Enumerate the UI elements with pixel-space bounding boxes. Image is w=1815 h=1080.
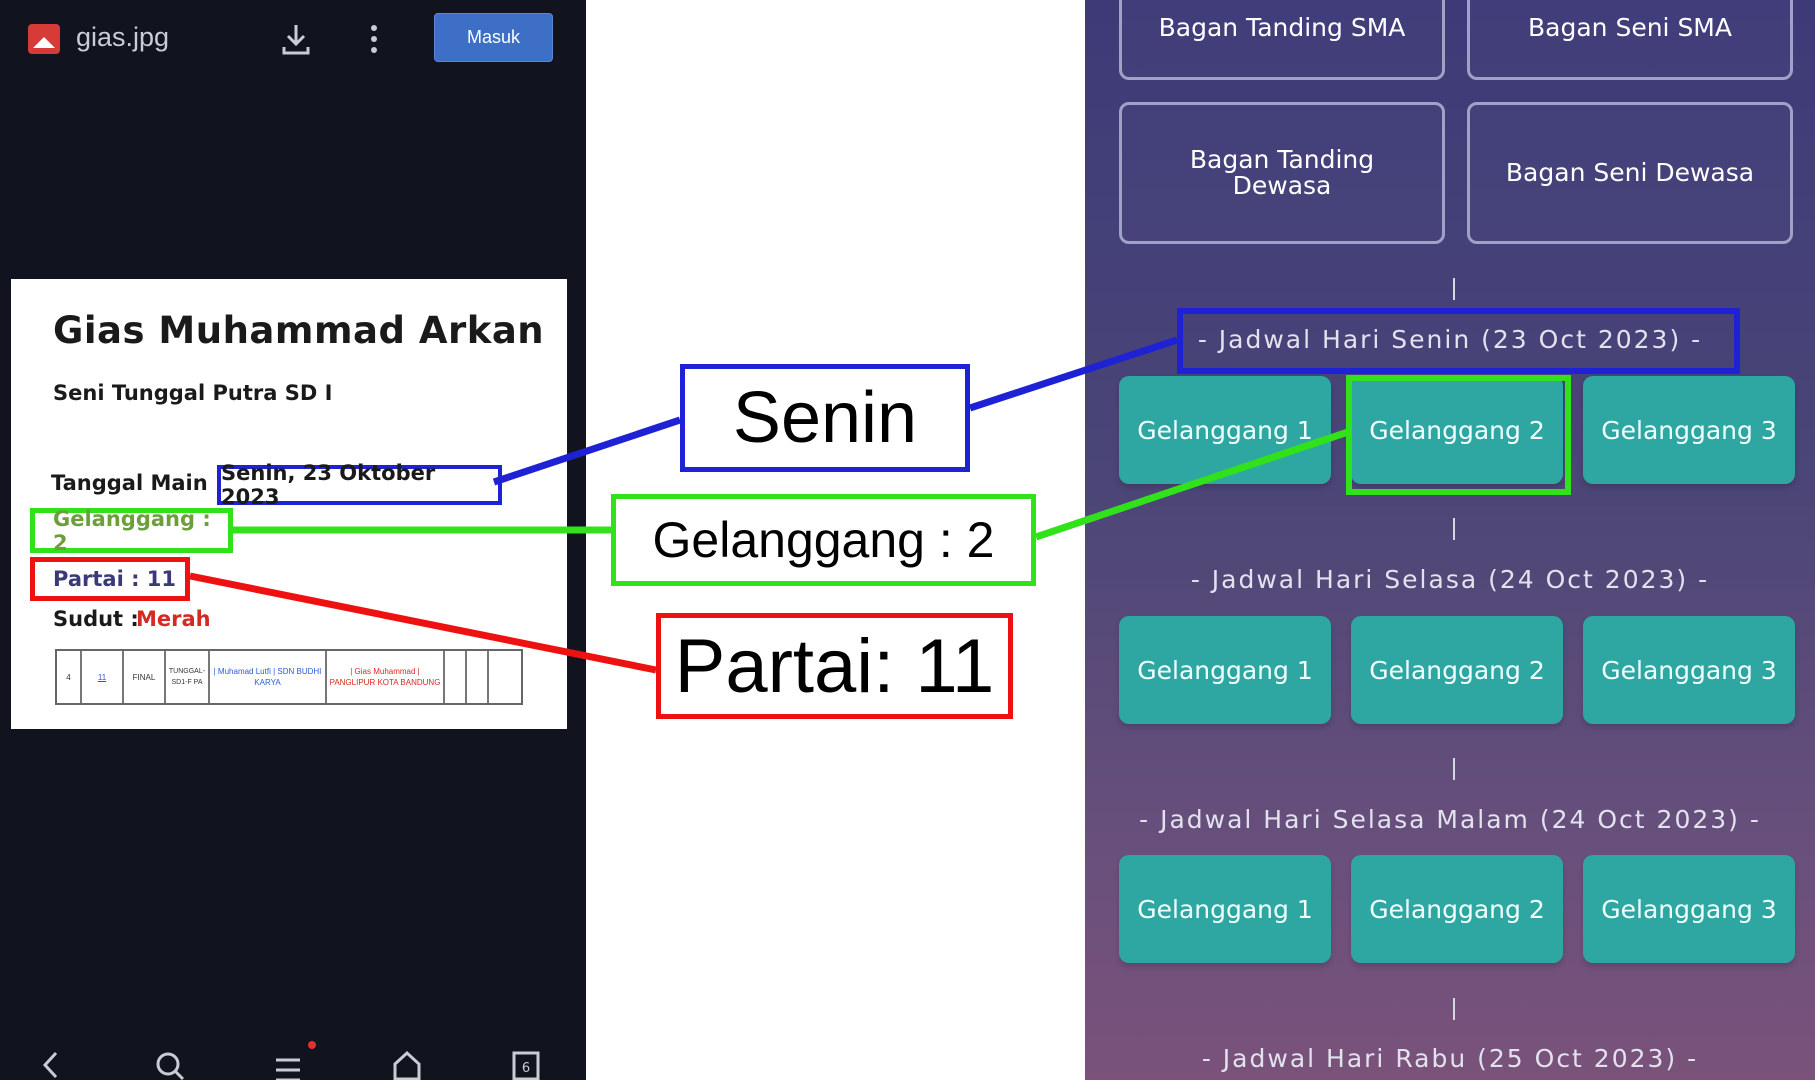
day-title-wednesday: - Jadwal Hari Rabu (25 Oct 2023) - xyxy=(1201,1044,1699,1073)
bracket-match-adult-button[interactable]: Bagan Tanding Dewasa xyxy=(1119,102,1445,244)
bracket-art-adult-button[interactable]: Bagan Seni Dewasa xyxy=(1467,102,1793,244)
file-name: gias.jpg xyxy=(76,22,170,52)
bracket-match-sma-button[interactable]: Bagan Tanding SMA xyxy=(1119,0,1445,80)
court-info: Gelanggang : 2 xyxy=(30,507,233,555)
table-cell-athlete-blue: | Muhamad Lutfi | SDN BUDHI KARYA xyxy=(210,651,327,703)
bracket-art-sma-button[interactable]: Bagan Seni SMA xyxy=(1467,0,1793,80)
schedule-page-panel: Bagan Tanding SMA Bagan Seni SMA Bagan T… xyxy=(1085,0,1815,1080)
menu-icon[interactable] xyxy=(274,1050,310,1080)
table-cell-round: FINAL xyxy=(124,651,166,703)
match-number-info: Partai : 11 xyxy=(30,557,190,601)
competition-category: Seni Tunggal Putra SD I xyxy=(53,381,333,405)
image-viewer-panel: gias.jpg Masuk Gias Muhammad Arkan Seni … xyxy=(0,0,586,1080)
match-date-value: Senin, 23 Oktober 2023 xyxy=(217,461,502,509)
notification-dot-icon xyxy=(308,1041,316,1049)
corner-value: Merah xyxy=(136,607,211,631)
divider-line xyxy=(1453,998,1455,1020)
tabs-icon[interactable]: 6 xyxy=(512,1050,540,1080)
tuesday-court-1-button[interactable]: Gelanggang 1 xyxy=(1119,616,1331,724)
table-cell-athlete-red: | Gias Muhammad | PANGLIPUR KOTA BANDUNG xyxy=(327,651,445,703)
image-file-icon xyxy=(28,24,60,54)
tuesday-night-court-2-button[interactable]: Gelanggang 2 xyxy=(1351,855,1563,963)
table-cell-category: TUNGGAL- SD1-F PA xyxy=(166,651,210,703)
table-cell-empty xyxy=(489,651,519,703)
table-cell-match: 11 xyxy=(82,651,124,703)
viewer-toolbar: gias.jpg Masuk xyxy=(0,0,586,80)
tuesday-night-court-3-button[interactable]: Gelanggang 3 xyxy=(1583,855,1795,963)
athlete-name: Gias Muhammad Arkan xyxy=(53,309,545,352)
tuesday-court-3-button[interactable]: Gelanggang 3 xyxy=(1583,616,1795,724)
day-callout: Senin xyxy=(680,364,970,472)
court-2-highlight xyxy=(1346,375,1571,495)
registration-card-image: Gias Muhammad Arkan Seni Tunggal Putra S… xyxy=(11,279,567,729)
corner-label: Sudut : xyxy=(53,607,139,631)
table-cell-empty xyxy=(467,651,489,703)
monday-court-1-button[interactable]: Gelanggang 1 xyxy=(1119,376,1331,484)
day-title-tuesday: - Jadwal Hari Selasa (24 Oct 2023) - xyxy=(1190,565,1710,594)
back-icon[interactable] xyxy=(40,1050,62,1080)
tuesday-night-court-1-button[interactable]: Gelanggang 1 xyxy=(1119,855,1331,963)
search-icon[interactable] xyxy=(154,1050,186,1080)
tuesday-court-2-button[interactable]: Gelanggang 2 xyxy=(1351,616,1563,724)
table-cell-empty xyxy=(445,651,467,703)
tab-count: 6 xyxy=(522,1061,530,1076)
login-button[interactable]: Masuk xyxy=(434,13,553,62)
download-icon[interactable] xyxy=(280,22,312,56)
match-table: 4 11 FINAL TUNGGAL- SD1-F PA | Muhamad L… xyxy=(55,649,523,705)
monday-court-3-button[interactable]: Gelanggang 3 xyxy=(1583,376,1795,484)
match-callout: Partai: 11 xyxy=(656,613,1013,719)
home-icon[interactable] xyxy=(392,1050,422,1080)
more-options-icon[interactable] xyxy=(364,22,384,56)
match-date-label: Tanggal Main : xyxy=(51,471,224,495)
court-callout: Gelanggang : 2 xyxy=(611,494,1036,586)
table-cell-no: 4 xyxy=(57,651,82,703)
day-title-tuesday-night: - Jadwal Hari Selasa Malam (24 Oct 2023)… xyxy=(1139,805,1761,834)
monday-title-highlight xyxy=(1177,308,1740,374)
divider-line xyxy=(1453,278,1455,300)
divider-line xyxy=(1453,758,1455,780)
divider-line xyxy=(1453,518,1455,540)
